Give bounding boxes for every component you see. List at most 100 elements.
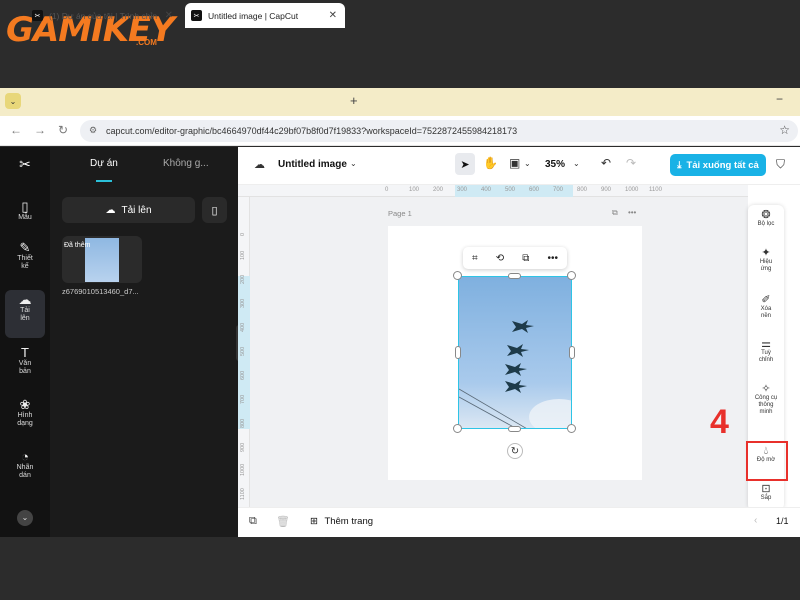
resize-handle-br[interactable] [567, 424, 576, 433]
rail-item-upload[interactable]: ☁ Tải lên [5, 290, 45, 338]
upload-button[interactable]: ☁ Tải lên [62, 197, 195, 223]
chevron-down-icon[interactable]: ⌄ [573, 159, 580, 168]
resize-handle-bl[interactable] [453, 424, 462, 433]
asset-filename: z6769010513460_d7... [62, 287, 139, 296]
tool-smart[interactable]: ✧ Công cụ thông minh [748, 384, 784, 416]
close-icon[interactable]: ✕ [329, 10, 337, 21]
ruler-tick: 0 [240, 232, 246, 236]
crop-icon[interactable]: ⌗ [472, 253, 478, 264]
resize-handle-tl[interactable] [453, 271, 462, 280]
tool-label: Công cụ thông minh [754, 395, 778, 415]
zoom-level[interactable]: 35% [545, 159, 565, 170]
ruler-tick: 800 [577, 187, 588, 193]
tool-arrange[interactable]: ⊡ Sắp [748, 484, 784, 502]
ruler-tick: 700 [553, 187, 564, 193]
ruler-tick: 900 [601, 187, 612, 193]
document-title[interactable]: Untitled image [278, 159, 347, 170]
ruler-tick: 300 [457, 187, 468, 193]
chevron-down-icon[interactable]: ⌄ [524, 159, 531, 168]
shield-icon[interactable]: ⛉ [776, 157, 785, 172]
capcut-favicon-icon: ✂ [32, 10, 43, 21]
tool-filter[interactable]: ❂ Bộ lọc [748, 210, 784, 228]
selected-image[interactable] [458, 276, 572, 429]
new-tab-button[interactable]: + [350, 93, 358, 108]
rail-item-text[interactable]: T Văn bản [5, 345, 45, 376]
resize-handle-left[interactable] [455, 346, 461, 359]
prev-page-icon[interactable]: ‹ [754, 515, 757, 526]
cloud-save-icon[interactable]: ☁ [254, 158, 265, 171]
capcut-favicon-icon: ✂ [191, 10, 202, 21]
add-page-button[interactable]: ⊞ Thêm trang [310, 516, 373, 527]
ruler-tick: 700 [240, 394, 246, 404]
tool-effects[interactable]: ✦ Hiệu ứng [748, 247, 784, 273]
mobile-upload-button[interactable]: ▯ [202, 197, 227, 223]
tab-projects[interactable]: Dự án [90, 158, 118, 169]
sticker-icon: ◔ [21, 449, 29, 464]
capcut-logo-icon[interactable]: ✂ [9, 157, 41, 171]
rail-item-stickers[interactable]: ◔ Nhãn dán [5, 449, 45, 480]
download-icon: ⤓ [677, 159, 682, 171]
chevron-down-icon[interactable]: ⌄ [350, 159, 357, 168]
trash-icon[interactable]: 🗑︎ [276, 515, 290, 528]
download-all-button[interactable]: ⤓ Tải xuống tất cả [670, 154, 766, 176]
ruler-tick: 500 [505, 187, 516, 193]
tool-adjust[interactable]: ⚌ Tuỳ chỉnh [748, 339, 784, 364]
rail-item-shapes[interactable]: ❀ Hình dạng [5, 398, 45, 428]
more-options-icon[interactable]: ••• [547, 253, 558, 264]
cursor-icon: ➤ [460, 158, 470, 171]
step-number-annotation: 4 [710, 403, 729, 441]
resize-handle-bottom[interactable] [508, 426, 521, 432]
hand-tool-icon[interactable]: ✋ [483, 156, 498, 170]
rail-label: Tải lên [20, 307, 30, 322]
site-info-icon[interactable]: ⚙ [89, 125, 97, 136]
page-options[interactable]: ⧉ ••• [612, 208, 636, 218]
url-input[interactable]: ⚙ capcut.com/editor-graphic/bc4664970df4… [80, 120, 798, 142]
resize-handle-tr[interactable] [567, 271, 576, 280]
text-icon: T [21, 345, 29, 360]
duplicate-page-icon[interactable]: ⧉ [612, 208, 618, 217]
layout-icon[interactable]: ▣ [509, 156, 520, 170]
highlight-box-annotation [746, 441, 788, 481]
more-options-icon[interactable]: ••• [628, 208, 636, 217]
cloud-upload-icon: ☁ [105, 204, 116, 216]
ruler-tick: 900 [240, 442, 246, 452]
bookmark-star-icon[interactable]: ☆ [779, 123, 790, 137]
redo-icon[interactable]: ↷ [626, 156, 636, 170]
copy-icon[interactable]: ⧉ [522, 253, 529, 264]
rail-item-design[interactable]: ✎ Thiết kế [5, 240, 45, 271]
minimize-button[interactable]: − [776, 92, 783, 106]
browser-tab-projects[interactable]: ✂ (1) Dự án của tôi | Trình chỉn ✕ [26, 3, 181, 28]
rail-label: Nhãn dán [16, 464, 34, 479]
effects-icon: ✦ [761, 247, 771, 259]
close-icon[interactable]: ✕ [165, 10, 173, 21]
replace-icon[interactable]: ⟲ [496, 253, 504, 264]
tab-other[interactable]: Không g... [163, 158, 209, 169]
pages-icon[interactable]: ⧉ [249, 515, 257, 528]
rotate-icon: ↻ [510, 445, 520, 457]
logo-suffix: .COM [136, 38, 157, 47]
back-arrow-icon[interactable]: ← [10, 123, 22, 137]
reload-icon[interactable]: ↻ [58, 123, 68, 137]
select-tool-button[interactable]: ➤ [455, 153, 475, 175]
resize-handle-right[interactable] [569, 346, 575, 359]
undo-icon[interactable]: ↶ [601, 156, 611, 170]
resize-handle-top[interactable] [508, 273, 521, 279]
tool-label: Tuỳ chỉnh [758, 350, 774, 363]
phone-icon: ▯ [211, 204, 218, 217]
tool-label: Sắp [760, 495, 772, 501]
page-label: Page 1 [388, 209, 412, 218]
ruler-tick: 0 [385, 187, 389, 193]
rail-item-templates[interactable]: ▯ Mẫu [5, 200, 45, 222]
ruler-tick: 500 [240, 346, 246, 356]
page-count: 1/1 [776, 516, 789, 526]
tab-search-button[interactable]: ⌄ [5, 93, 21, 109]
more-chevron-icon[interactable]: ⌄ [17, 510, 33, 526]
design-icon: ✎ [19, 240, 31, 255]
tool-remove-bg[interactable]: ✐ Xóa nền [748, 295, 784, 320]
ruler-tick: 100 [409, 187, 420, 193]
added-badge: Đã thêm [64, 242, 91, 249]
rotate-handle[interactable]: ↻ [507, 443, 523, 459]
forward-arrow-icon[interactable]: → [34, 123, 46, 137]
tool-label: Bộ lọc [757, 221, 775, 227]
browser-tab-editor[interactable]: ✂ Untitled image | CapCut ✕ [185, 3, 345, 28]
